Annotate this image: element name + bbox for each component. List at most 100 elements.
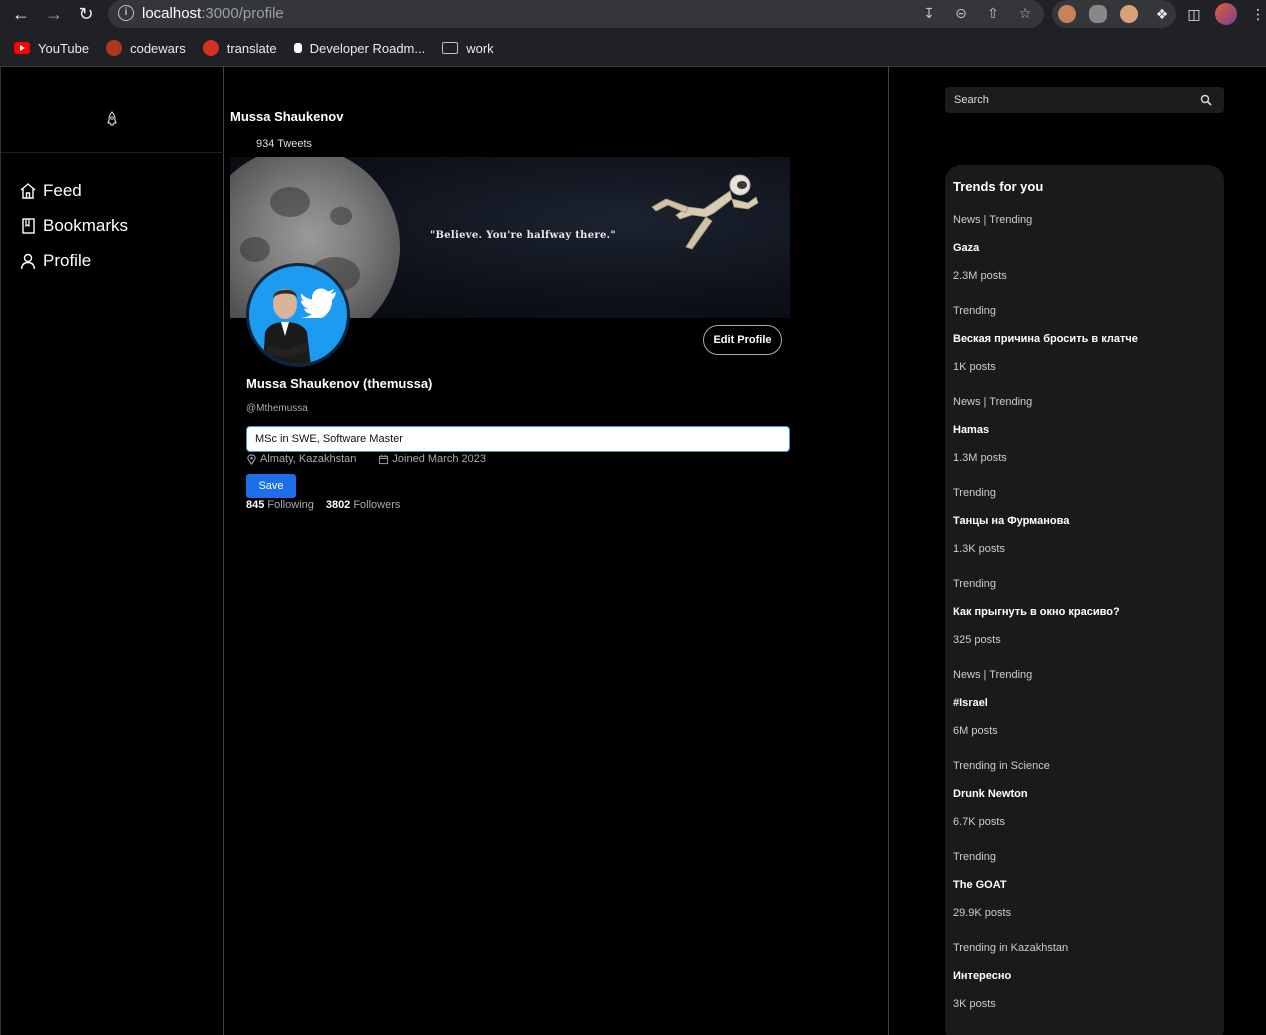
- bookmark-label: codewars: [130, 40, 186, 56]
- trend-item[interactable]: News | Trending Gaza 2.3M posts: [953, 214, 1216, 305]
- folder-icon: [442, 42, 459, 54]
- bookmark-youtube[interactable]: YouTube: [14, 41, 89, 56]
- following-label: Following: [267, 499, 314, 511]
- zoom-icon[interactable]: ⊝: [952, 4, 970, 22]
- joined-text: Joined March 2023: [392, 453, 486, 465]
- url-path: :3000/profile: [201, 5, 284, 22]
- trend-topic: Как прыгнуть в окно красиво?: [953, 606, 1120, 618]
- url-text[interactable]: localhost:3000/profile: [142, 5, 284, 22]
- edit-profile-button[interactable]: Edit Profile: [703, 325, 782, 355]
- bookmark-codewars[interactable]: codewars: [106, 40, 186, 56]
- install-icon[interactable]: ↧: [920, 4, 938, 22]
- calendar-icon: [379, 454, 389, 464]
- avatar[interactable]: [246, 263, 350, 367]
- trend-posts: 6.7K posts: [953, 816, 1005, 828]
- trend-item[interactable]: Trending Веская причина бросить в клатче 1…: [953, 305, 1216, 396]
- extension-monkey-icon[interactable]: [1058, 5, 1076, 23]
- trend-topic: The GOAT: [953, 879, 1007, 891]
- share-icon[interactable]: ⇧: [984, 4, 1002, 22]
- followers-label: Followers: [353, 499, 401, 511]
- trend-posts: 3K posts: [953, 998, 996, 1010]
- profile-meta: Almaty, Kazakhstan Joined March 2023: [246, 453, 508, 465]
- bookmarks-bar: YouTube codewars translate Developer Roa…: [0, 37, 497, 59]
- trend-item[interactable]: News | Trending Hamas 1.3M posts: [953, 396, 1216, 487]
- codewars-icon: [106, 40, 123, 56]
- tweet-count: 934 Tweets: [256, 138, 313, 150]
- back-icon[interactable]: ←: [9, 3, 33, 25]
- followers-count: 3802: [325, 499, 351, 511]
- extension-bulb-icon[interactable]: [1089, 5, 1107, 23]
- trends-title: Trends for you: [953, 179, 1044, 194]
- forward-icon[interactable]: →: [42, 3, 66, 25]
- browser-chrome: ← → ↻ i localhost:3000/profile ↧ ⊝ ⇧ ☆ ❖…: [0, 0, 1266, 67]
- translate-icon: [202, 40, 219, 56]
- bio-input[interactable]: [246, 426, 790, 452]
- trend-item[interactable]: Trending in Kazakhstan Интересно 3K posts: [953, 942, 1216, 1033]
- trend-topic: #Israel: [953, 697, 988, 709]
- profile-header-name: Mussa Shaukenov: [230, 109, 344, 124]
- left-sidebar: Feed Bookmarks Profile: [0, 67, 224, 1035]
- trend-posts: 1.3M posts: [953, 452, 1007, 464]
- trend-topic: Веская причина бросить в клатче: [953, 333, 1138, 345]
- star-icon[interactable]: ☆: [1016, 4, 1034, 22]
- bookmark-translate[interactable]: translate: [202, 40, 277, 56]
- profile-handle: @Mthemussa: [246, 403, 308, 414]
- trend-topic: Hamas: [953, 424, 990, 436]
- trend-topic: Интересно: [953, 970, 1012, 982]
- rocket-logo-icon[interactable]: [105, 111, 119, 127]
- extension-face-icon[interactable]: [1120, 5, 1138, 23]
- nav-list: Feed Bookmarks Profile: [19, 173, 128, 278]
- trend-posts: 1.3K posts: [953, 543, 1005, 555]
- trend-category: Trending: [953, 578, 997, 590]
- trend-posts: 2.3M posts: [953, 270, 1007, 282]
- search-input[interactable]: [945, 87, 1195, 113]
- trend-category: Trending in Science: [953, 760, 1050, 772]
- trend-item[interactable]: Trending The GOAT 29.9K posts: [953, 851, 1216, 942]
- save-button[interactable]: Save: [246, 474, 296, 498]
- astronaut-image: [651, 174, 759, 250]
- search-box: [945, 87, 1224, 113]
- trend-posts: 325 posts: [953, 634, 1001, 646]
- site-info-icon[interactable]: i: [118, 5, 134, 21]
- location-pin-icon: [247, 453, 256, 465]
- sidebar-item-label: Bookmarks: [43, 215, 129, 235]
- youtube-icon: [14, 42, 30, 54]
- bookmark-label: translate: [226, 40, 277, 56]
- sidepanel-icon[interactable]: ◫: [1184, 4, 1204, 24]
- avatar-profile-icon[interactable]: [1215, 3, 1237, 25]
- menu-dots-icon[interactable]: ⋮: [1248, 4, 1266, 24]
- bookmark-label: work: [466, 40, 494, 56]
- trend-item[interactable]: Trending in Science Drunk Newton 6.7K post…: [953, 760, 1216, 851]
- trend-item[interactable]: News | Trending #Israel 6M posts: [953, 669, 1216, 760]
- bookmark-icon: [22, 217, 35, 234]
- bookmark-roadmap[interactable]: Developer Roadm...: [293, 40, 426, 56]
- profile-main: Mussa Shaukenov 934 Tweets "Believe. You…: [224, 67, 889, 1035]
- trend-category: Trending: [953, 305, 997, 317]
- search-icon[interactable]: [1200, 94, 1212, 106]
- browser-toolbar: ← → ↻ i localhost:3000/profile ↧ ⊝ ⇧ ☆ ❖…: [0, 0, 1266, 30]
- following-stat[interactable]: 845 Following: [246, 499, 314, 511]
- bookmark-label: Developer Roadm...: [309, 40, 426, 56]
- bookmark-work[interactable]: work: [442, 40, 494, 56]
- sidebar-item-profile[interactable]: Profile: [19, 243, 128, 278]
- twitter-bird-icon: [301, 288, 336, 318]
- trend-posts: 1K posts: [953, 361, 996, 373]
- trend-topic: Drunk Newton: [953, 788, 1028, 800]
- trend-item[interactable]: Trending Как прыгнуть в окно красиво? 325 …: [953, 578, 1216, 669]
- trend-category: Trending in Kazakhstan: [953, 942, 1069, 954]
- trend-item[interactable]: Trending Танцы на Фурманова 1.3K posts: [953, 487, 1216, 578]
- followers-stat[interactable]: 3802 Followers: [326, 499, 401, 511]
- sidebar-item-label: Feed: [43, 180, 82, 200]
- sidebar-item-bookmarks[interactable]: Bookmarks: [19, 208, 128, 243]
- sidebar-item-feed[interactable]: Feed: [19, 173, 128, 208]
- profile-full-name: Mussa Shaukenov (themussa): [246, 376, 433, 391]
- home-icon: [20, 182, 36, 199]
- trend-category: Trending: [953, 487, 997, 499]
- roadmap-icon: [293, 43, 302, 53]
- trends-panel: Trends for you News | Trending Gaza 2.3M p…: [945, 165, 1224, 1035]
- reload-icon[interactable]: ↻: [74, 3, 98, 25]
- puzzle-icon[interactable]: ❖: [1152, 4, 1172, 24]
- right-sidebar: Trends for you News | Trending Gaza 2.3M p…: [889, 67, 1266, 1035]
- trend-posts: 6M posts: [953, 725, 998, 737]
- address-bar[interactable]: i localhost:3000/profile ↧ ⊝ ⇧ ☆: [108, 0, 1044, 28]
